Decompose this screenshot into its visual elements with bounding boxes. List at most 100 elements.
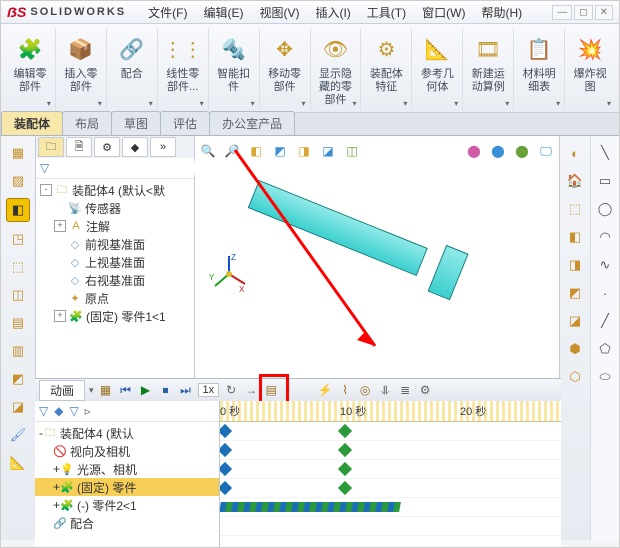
timeline[interactable]: 0 秒10 秒20 秒 (220, 401, 561, 547)
left-tool-11[interactable]: 🖌 (7, 424, 29, 446)
ribbon-ref-geom[interactable]: 📐参考几何体▾ (412, 28, 463, 110)
left-tool-1[interactable]: ▦ (7, 142, 29, 164)
keyframe-icon[interactable] (338, 481, 352, 495)
r-tool-4[interactable]: ◧ (564, 226, 586, 248)
timeline-row[interactable] (220, 479, 561, 498)
timeline-row[interactable] (220, 441, 561, 460)
sk-arc-icon[interactable]: ◠ (594, 226, 616, 248)
keyframe-icon[interactable] (338, 443, 352, 457)
panel-tab-feature[interactable]: 🗀 (38, 137, 64, 157)
doctab-evaluate[interactable]: 评估 (160, 111, 210, 135)
panel-tab-display[interactable]: ◆ (122, 137, 148, 157)
keyframe-icon[interactable] (220, 424, 232, 438)
menu-view[interactable]: 视图(V) (251, 2, 307, 23)
ribbon-exploded[interactable]: 💥爆炸视图▾ (565, 28, 615, 110)
expand-toggle[interactable]: + (54, 310, 66, 322)
results-icon[interactable]: ≣ (397, 382, 413, 398)
left-tool-7[interactable]: ▤ (7, 312, 29, 334)
r-tool-7[interactable]: ◪ (564, 310, 586, 332)
render-icon[interactable]: 🖵 (537, 142, 555, 160)
doctab-office[interactable]: 办公室产品 (209, 111, 295, 135)
options-icon[interactable]: ⚙ (417, 382, 433, 398)
r-tool-3[interactable]: ⬚ (564, 198, 586, 220)
left-tool-2[interactable]: ▨ (7, 170, 29, 192)
menu-edit[interactable]: 编辑(E) (195, 2, 251, 23)
left-tool-10[interactable]: ◪ (7, 396, 29, 418)
ribbon-move-part[interactable]: ✥移动零部件▾ (260, 28, 311, 110)
keyframe-icon[interactable] (220, 443, 232, 457)
doctab-layout[interactable]: 布局 (62, 111, 112, 135)
menu-file[interactable]: 文件(F) (140, 2, 195, 23)
sk-rect-icon[interactable]: ▭ (594, 170, 616, 192)
panel-tab-extra[interactable]: » (150, 137, 176, 157)
menu-window[interactable]: 窗口(W) (414, 2, 473, 23)
panel-tab-config[interactable]: ⚙ (94, 137, 120, 157)
expand-toggle[interactable]: + (54, 220, 66, 232)
spring-icon[interactable]: ⌇ (337, 382, 353, 398)
hide-show-icon[interactable]: ◫ (343, 142, 361, 160)
sk-spline-icon[interactable]: ∿ (594, 254, 616, 276)
left-tool-4[interactable]: ◳ (7, 228, 29, 250)
timeline-row[interactable] (220, 460, 561, 479)
calc-icon[interactable]: ▦ (98, 382, 114, 398)
motion-tree-node[interactable]: -🗀装配体4 (默认 (35, 424, 219, 442)
sk-ellipse-icon[interactable]: ⬭ (594, 366, 616, 388)
timeline-row[interactable] (220, 422, 561, 441)
r-tool-6[interactable]: ◩ (564, 282, 586, 304)
tree-node[interactable]: ◇右视基准面 (36, 271, 194, 289)
keyframe-icon[interactable] (220, 462, 232, 476)
collapse-icon[interactable]: ▽ (69, 404, 78, 418)
zoom-area-icon[interactable]: 🔎 (223, 142, 241, 160)
r-tool-8[interactable]: ⬢ (564, 338, 586, 360)
tree-node[interactable]: 📡传感器 (36, 199, 194, 217)
feature-filter[interactable]: ▽ (36, 158, 194, 179)
playback-speed[interactable]: 1x (198, 383, 220, 397)
menu-help[interactable]: 帮助(H) (473, 2, 530, 23)
sk-line2-icon[interactable]: ╱ (594, 310, 616, 332)
doctab-sketch[interactable]: 草图 (111, 111, 161, 135)
motion-type-dropdown[interactable]: 动画 (39, 380, 85, 401)
tree-node[interactable]: ✦原点 (36, 289, 194, 307)
back-start-icon[interactable]: ⏮ (118, 382, 134, 398)
r-tool-9[interactable]: ⬡ (564, 366, 586, 388)
menu-tools[interactable]: 工具(T) (359, 2, 414, 23)
expand-toggle[interactable]: - (40, 184, 52, 196)
display-style-icon[interactable]: ◩ (271, 142, 289, 160)
sk-point-icon[interactable]: ∙ (594, 282, 616, 304)
sk-poly-icon[interactable]: ⬠ (594, 338, 616, 360)
appearance-icon-2[interactable]: ⬤ (489, 142, 507, 160)
expand-toggle[interactable]: + (53, 498, 60, 512)
motion-tree-node[interactable]: +🧩(-) 零件2<1 (35, 496, 219, 514)
r-tool-2[interactable]: 🏠 (564, 170, 586, 192)
time-ruler[interactable]: 0 秒10 秒20 秒 (220, 401, 561, 422)
ribbon-insert-part[interactable]: 📦插入零部件▾ (56, 28, 107, 110)
stop-icon[interactable]: ⏹ (158, 382, 174, 398)
panel-tab-property[interactable]: 🗎 (66, 137, 92, 157)
motion-tree-node[interactable]: +💡光源、相机 (35, 460, 219, 478)
tree-node[interactable]: ◇上视基准面 (36, 253, 194, 271)
filter-icon[interactable]: ▽ (39, 404, 48, 418)
ribbon-bom[interactable]: 📋材料明细表▾ (514, 28, 565, 110)
key-icon[interactable]: ◆ (54, 404, 63, 418)
maximize-button[interactable]: ◻ (574, 5, 592, 20)
expand-toggle[interactable]: + (53, 462, 60, 476)
left-tool-3[interactable]: ◧ (6, 198, 30, 222)
ribbon-linear-pattern[interactable]: ⋮⋮线性零部件...▾ (158, 28, 209, 110)
expand-icon[interactable]: ▹ (85, 404, 91, 418)
ribbon-show-hidden[interactable]: 👁显示隐藏的零部件▾ (311, 28, 362, 110)
save-anim-icon[interactable]: → (243, 382, 259, 398)
tree-root-label[interactable]: 装配体4 (默认<默 (72, 182, 165, 199)
r-tool-5[interactable]: ◨ (564, 254, 586, 276)
filter-input[interactable] (49, 161, 195, 175)
zoom-fit-icon[interactable]: 🔍 (199, 142, 217, 160)
sk-line-icon[interactable]: ╲ (594, 142, 616, 164)
model-part[interactable] (235, 180, 444, 314)
loop-icon[interactable]: ↻ (223, 382, 239, 398)
ribbon-assembly-feature[interactable]: ⚙装配体特征▾ (361, 28, 412, 110)
fwd-end-icon[interactable]: ⏭ (178, 382, 194, 398)
r-tool-1[interactable]: ◐ (564, 142, 586, 164)
appearance-icon-3[interactable]: ⬤ (513, 142, 531, 160)
motion-tree-node[interactable]: 🔗配合 (35, 514, 219, 532)
gravity-icon[interactable]: ⥥ (377, 382, 393, 398)
motor-icon[interactable]: ⚡ (317, 382, 333, 398)
